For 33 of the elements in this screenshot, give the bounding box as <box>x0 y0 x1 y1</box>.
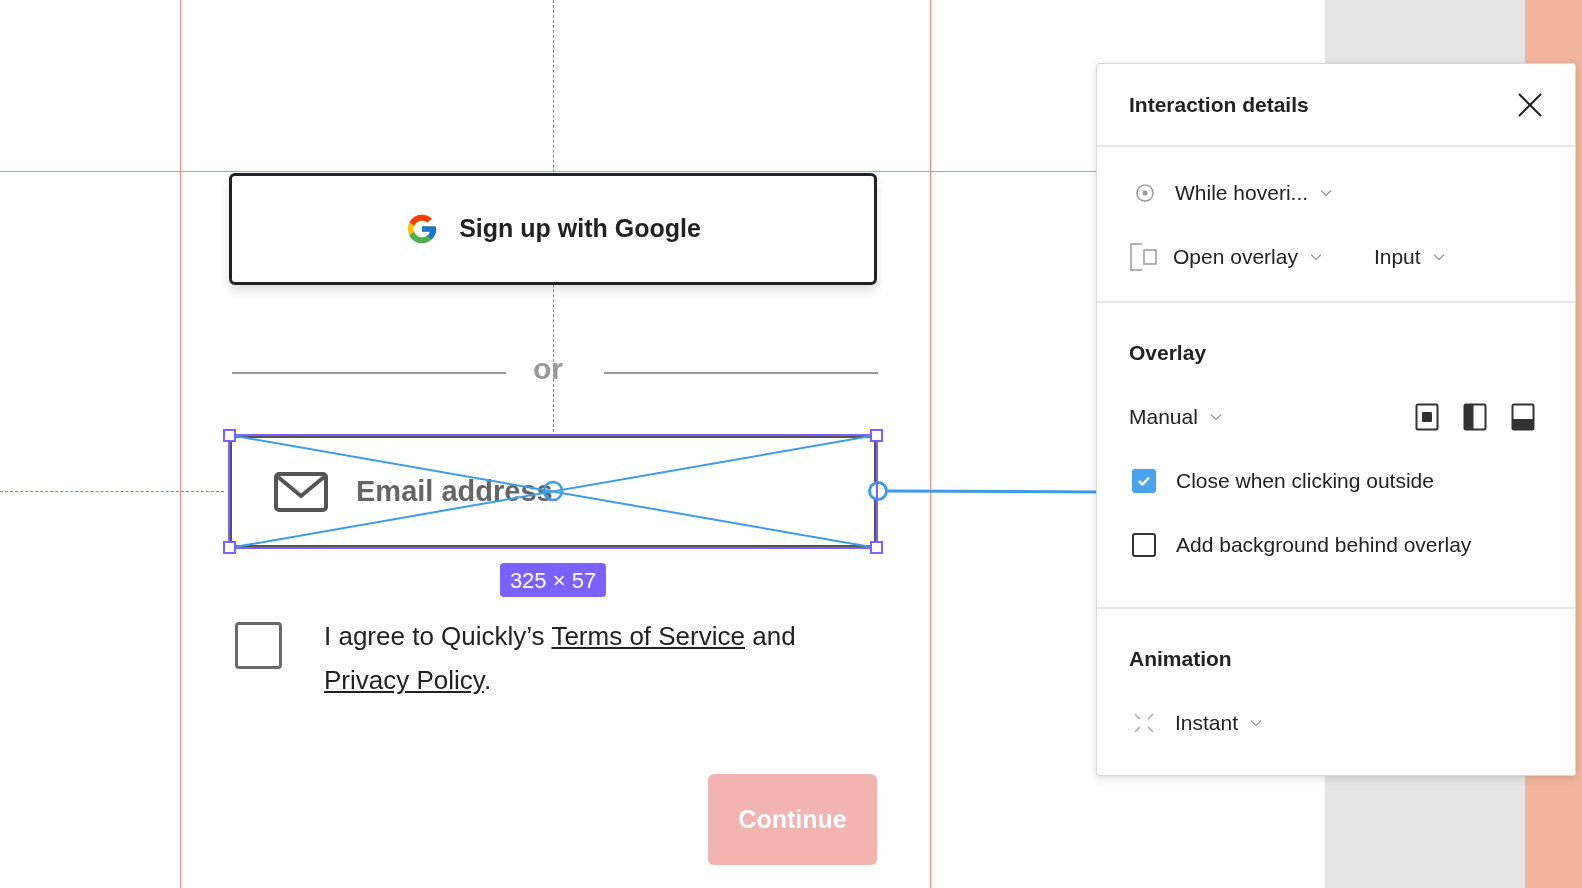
chevron-down-icon <box>1250 719 1263 727</box>
instant-transition-icon <box>1133 712 1155 734</box>
animation-dropdown[interactable]: Instant <box>1175 707 1263 739</box>
checkbox[interactable] <box>1132 533 1156 557</box>
terms-link[interactable]: Terms of Service <box>551 621 745 651</box>
chevron-down-icon <box>1432 253 1445 261</box>
divider-text: or <box>533 354 563 384</box>
overlay-left-icon[interactable] <box>1463 403 1487 431</box>
section-heading: Animation <box>1129 646 1233 672</box>
terms-agreement-text: I agree to Quickly’s Terms of Service and Privacy Policy. <box>324 620 797 697</box>
google-signup-button[interactable]: Sign up with Google <box>229 173 877 285</box>
panel-title: Interaction details <box>1129 91 1309 118</box>
prototype-connector[interactable] <box>868 481 1098 501</box>
agree-checkbox[interactable] <box>235 622 282 669</box>
chevron-down-icon <box>1320 189 1333 197</box>
checkbox-label: Close when clicking outside <box>1176 468 1434 495</box>
overlay-bottom-icon[interactable] <box>1511 403 1535 431</box>
position-dropdown[interactable]: Manual <box>1129 401 1222 433</box>
size-badge: 325 × 57 <box>500 563 606 597</box>
envelope-icon <box>274 471 328 512</box>
overlay-action-icon <box>1129 242 1159 272</box>
action-dropdown[interactable]: Open overlay <box>1173 241 1322 273</box>
destination-dropdown[interactable]: Input <box>1373 241 1445 273</box>
terms-link[interactable]: Privacy Policy <box>324 665 484 695</box>
overlay-center-icon[interactable] <box>1415 403 1439 431</box>
chevron-down-icon <box>1309 253 1322 261</box>
trigger-dropdown[interactable]: While hoveri... <box>1175 177 1333 209</box>
close-icon[interactable] <box>1517 91 1543 118</box>
checkbox-label: Add background behind overlay <box>1176 532 1472 559</box>
checkbox[interactable] <box>1132 469 1156 493</box>
trigger-icon <box>1135 183 1155 203</box>
section-heading: Overlay <box>1129 340 1208 366</box>
chevron-down-icon <box>1209 413 1222 421</box>
